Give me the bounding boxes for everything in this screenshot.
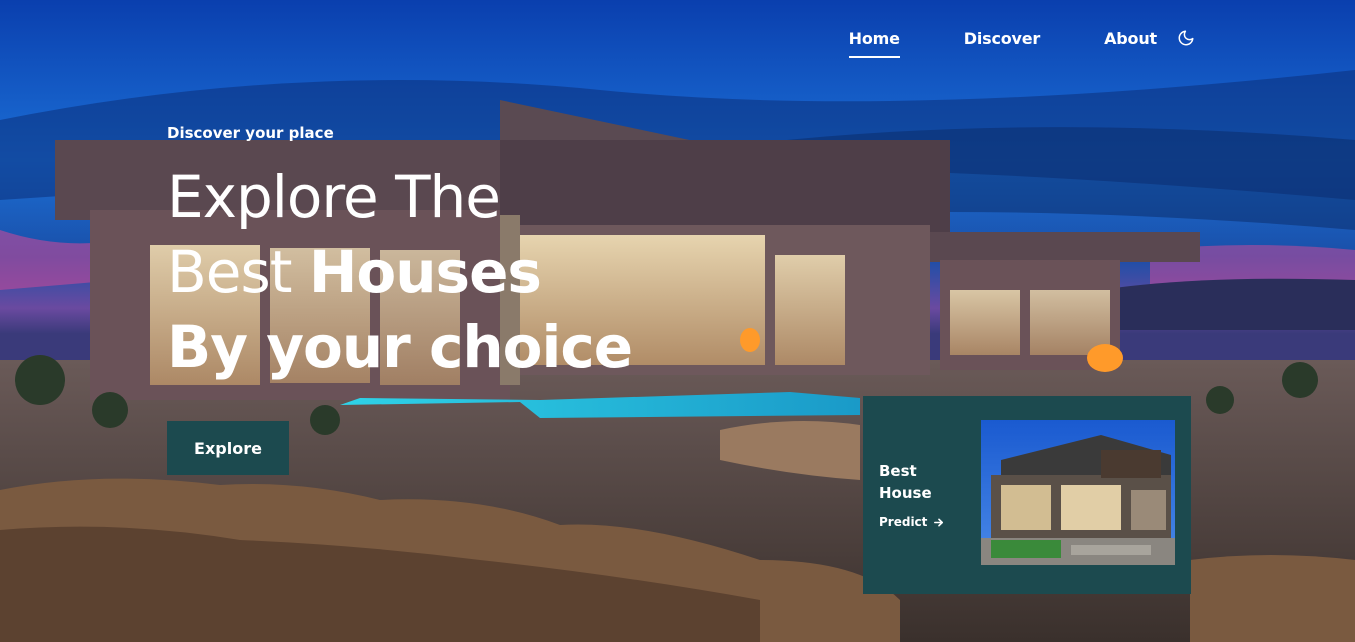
explore-button[interactable]: Explore	[167, 421, 289, 475]
hero-title-line1: Explore The	[167, 163, 501, 231]
card-title: Best House	[879, 462, 932, 502]
nav-home-link[interactable]: Home	[848, 26, 900, 58]
hero-title: Explore The Best Houses By your choice	[167, 160, 633, 385]
hero-title-line3: By your choice	[167, 313, 633, 381]
main-nav: Home Discover About	[785, 26, 1195, 58]
modern-house-image	[981, 420, 1175, 565]
moon-icon[interactable]	[1177, 29, 1195, 47]
arrow-right-icon	[934, 517, 944, 527]
hero-title-line2-bold: Houses	[308, 238, 542, 306]
best-house-card: Best House Predict	[863, 396, 1191, 594]
predict-link[interactable]: Predict	[879, 515, 944, 529]
nav-about-link[interactable]: About	[1104, 26, 1157, 58]
hero-tagline: Discover your place	[167, 124, 334, 142]
predict-label: Predict	[879, 515, 928, 529]
hero-title-line2-thin: Best	[167, 238, 309, 306]
nav-discover-link[interactable]: Discover	[964, 26, 1041, 58]
